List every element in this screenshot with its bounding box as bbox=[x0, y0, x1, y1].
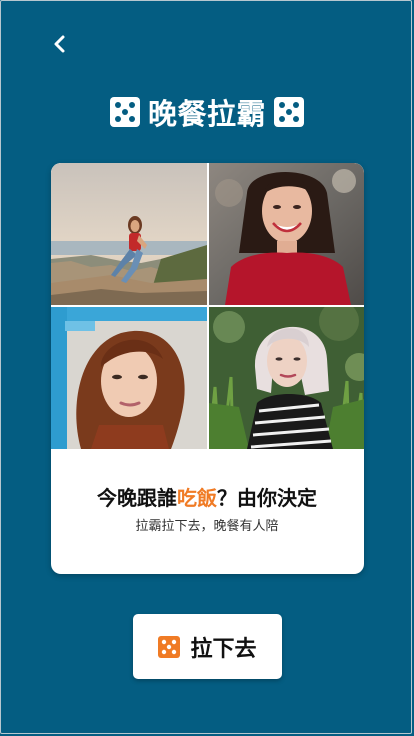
pull-slot-button[interactable]: 拉下去 bbox=[133, 614, 282, 679]
headline-highlight: 吃飯 bbox=[177, 486, 217, 510]
page-title: 晚餐拉霸 bbox=[0, 92, 414, 132]
back-button[interactable] bbox=[44, 28, 76, 60]
headline-text-before: 今晚跟誰 bbox=[97, 486, 177, 510]
photo-grid bbox=[51, 163, 364, 449]
photo-woman-seaside-rocks bbox=[51, 163, 207, 305]
intro-card bbox=[51, 163, 364, 574]
pull-slot-button-label: 拉下去 bbox=[190, 636, 257, 662]
dice-five-icon bbox=[274, 97, 304, 127]
photo-woman-smiling-red-sweater bbox=[209, 163, 364, 305]
page-title-text: 晚餐拉霸 bbox=[147, 97, 266, 131]
chevron-left-icon bbox=[54, 35, 65, 53]
dice-five-icon bbox=[158, 635, 181, 658]
photo-woman-silver-hair bbox=[209, 307, 364, 449]
card-subtitle: 拉霸拉下去，晚餐有人陪 bbox=[135, 519, 279, 534]
headline-text-after: ？由你決定 bbox=[217, 486, 317, 510]
photo-woman-red-hair bbox=[51, 307, 207, 449]
card-headline: 今晚跟誰吃飯？由你決定 bbox=[0, 482, 414, 511]
dice-five-icon bbox=[109, 97, 140, 127]
